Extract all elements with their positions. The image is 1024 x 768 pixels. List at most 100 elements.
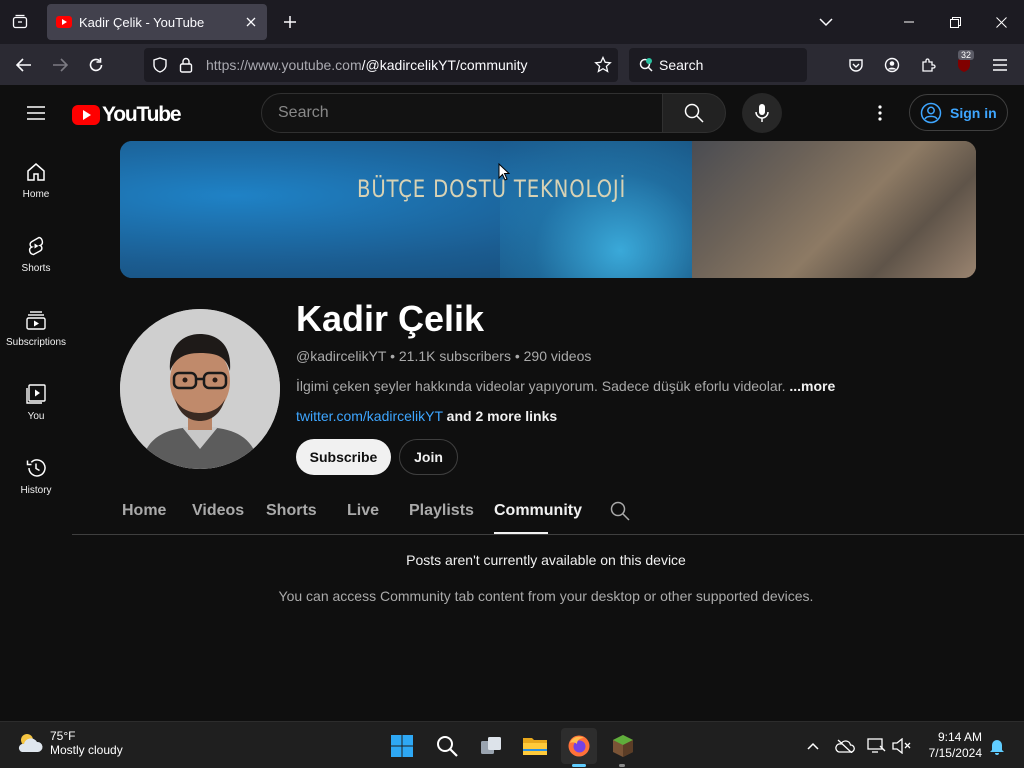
guide-label-you: You: [27, 411, 45, 422]
onedrive-offline-icon[interactable]: [833, 734, 857, 758]
windows-start-icon[interactable]: [384, 728, 420, 764]
lock-icon[interactable]: [179, 57, 193, 78]
banner-wave-image: [500, 141, 700, 278]
tab-close-icon[interactable]: [239, 10, 263, 34]
home-icon: [27, 163, 45, 181]
tab-live[interactable]: Live: [347, 502, 379, 520]
tab-shorts[interactable]: Shorts: [266, 502, 317, 520]
you-library-icon: [26, 384, 46, 404]
guide-item-home[interactable]: Home: [0, 141, 72, 215]
account-icon[interactable]: [879, 52, 905, 78]
url-path: /@kadircelikYT/community: [361, 57, 528, 73]
sign-in-label: Sign in: [950, 104, 997, 121]
file-explorer-icon[interactable]: [517, 728, 553, 764]
channel-description-text: İlgimi çeken şeyler hakkında videolar ya…: [296, 378, 786, 394]
close-window-icon[interactable]: [978, 0, 1024, 44]
weather-widget[interactable]: 75°F Mostly cloudy: [16, 729, 123, 757]
browser-search-placeholder: Search: [659, 57, 704, 73]
system-clock[interactable]: 9:14 AM 7/15/2024: [920, 729, 982, 761]
youtube-header: YouTube Sign in: [0, 85, 1024, 141]
posts-unavailable-title: Posts aren't currently available on this…: [406, 552, 686, 568]
subscriber-count: 21.1K subscribers: [398, 348, 511, 364]
tab-title: Kadir Çelik - YouTube: [79, 14, 205, 30]
sign-in-button[interactable]: Sign in: [909, 94, 1008, 131]
restore-icon[interactable]: [932, 0, 978, 44]
search-icon: [684, 103, 704, 123]
minecraft-running-indicator: [619, 764, 625, 767]
clock-date: 7/15/2024: [928, 746, 982, 760]
network-icon[interactable]: [865, 734, 889, 758]
more-options-icon[interactable]: [868, 101, 892, 125]
reload-icon[interactable]: [83, 52, 109, 78]
minimize-icon[interactable]: [886, 0, 932, 44]
guide-item-subscriptions[interactable]: Subscriptions: [0, 289, 72, 363]
browser-tab[interactable]: Kadir Çelik - YouTube: [47, 4, 267, 40]
weather-condition: Mostly cloudy: [50, 743, 123, 757]
channel-banner: BÜTÇE DOSTU TEKNOLOJİ: [120, 141, 976, 278]
tab-overflow-chevron-icon[interactable]: [814, 10, 838, 34]
channel-search-icon[interactable]: [609, 500, 633, 524]
guide-label-history: History: [20, 485, 52, 496]
notification-bell-icon[interactable]: [985, 734, 1009, 758]
browser-search-field[interactable]: Search: [629, 48, 807, 82]
guide-item-shorts[interactable]: Shorts: [0, 215, 72, 289]
guide-item-history[interactable]: History: [0, 437, 72, 511]
forward-arrow-icon[interactable]: [47, 52, 73, 78]
banner-land-image: [692, 141, 976, 278]
tab-home[interactable]: Home: [122, 502, 166, 520]
banner-title: BÜTÇE DOSTU TEKNOLOJİ: [357, 175, 627, 203]
active-tab-indicator: [494, 532, 548, 534]
guide-label-shorts: Shorts: [21, 263, 51, 274]
tracking-protection-shield-icon[interactable]: [152, 57, 168, 78]
subscribe-button[interactable]: Subscribe: [296, 439, 391, 475]
address-bar[interactable]: https://www.youtube.com/@kadircelikYT/co…: [144, 48, 618, 82]
youtube-search-input[interactable]: [278, 104, 638, 122]
minecraft-taskbar-icon[interactable]: [605, 728, 641, 764]
guide-label-subscriptions: Subscriptions: [5, 337, 67, 348]
task-view-icon[interactable]: [473, 728, 509, 764]
video-count: 290 videos: [523, 348, 592, 364]
menu-hamburger-icon[interactable]: [987, 52, 1013, 78]
tab-community[interactable]: Community: [494, 502, 582, 520]
browser-nav-bar: https://www.youtube.com/@kadircelikYT/co…: [0, 44, 1024, 85]
twitter-link[interactable]: twitter.com/kadircelikYT: [296, 408, 443, 424]
pocket-icon[interactable]: [843, 52, 869, 78]
youtube-logo[interactable]: YouTube: [72, 103, 182, 127]
volume-muted-icon[interactable]: [890, 734, 914, 758]
channel-description[interactable]: İlgimi çeken şeyler hakkında videolar ya…: [296, 378, 835, 394]
tab-playlists[interactable]: Playlists: [409, 502, 474, 520]
extensions-puzzle-icon[interactable]: [915, 52, 941, 78]
temperature: 75°F: [50, 729, 76, 743]
tab-videos[interactable]: Videos: [192, 502, 244, 520]
taskbar-search-icon[interactable]: [429, 728, 465, 764]
more-links-button[interactable]: and 2 more links: [447, 408, 557, 424]
join-button[interactable]: Join: [399, 439, 458, 475]
clock-time: 9:14 AM: [937, 730, 982, 744]
show-hidden-icons-chevron-icon[interactable]: [801, 734, 825, 758]
url-text: https://www.youtube.com/@kadircelikYT/co…: [206, 57, 528, 73]
list-all-tabs-icon[interactable]: [8, 10, 32, 34]
window-controls: [886, 0, 1024, 44]
youtube-search-box[interactable]: [261, 93, 663, 133]
channel-meta: @kadircelikYT • 21.1K subscribers • 290 …: [296, 348, 592, 364]
firefox-taskbar-icon[interactable]: [561, 728, 597, 764]
guide-label-home: Home: [22, 189, 50, 200]
channel-avatar[interactable]: [120, 309, 280, 469]
voice-search-button[interactable]: [742, 93, 782, 133]
bookmark-star-icon[interactable]: [594, 55, 612, 79]
avatar-photo: [120, 309, 280, 469]
shorts-icon: [28, 236, 44, 256]
channel-handle: @kadircelikYT: [296, 348, 387, 364]
new-tab-plus-icon[interactable]: [278, 10, 302, 34]
url-host: https://www.youtube.com: [206, 57, 362, 73]
cloudy-weather-icon: [18, 734, 43, 752]
back-arrow-icon[interactable]: [11, 52, 37, 78]
guide-menu-icon[interactable]: [24, 101, 48, 125]
microphone-icon: [755, 104, 769, 122]
mini-guide: Home Shorts Subscriptions You History: [0, 141, 72, 721]
browser-tab-bar: Kadir Çelik - YouTube: [0, 0, 1024, 44]
youtube-search-button[interactable]: [662, 93, 726, 133]
user-circle-icon: [920, 102, 942, 123]
description-more-link[interactable]: ...more: [789, 378, 835, 394]
guide-item-you[interactable]: You: [0, 363, 72, 437]
